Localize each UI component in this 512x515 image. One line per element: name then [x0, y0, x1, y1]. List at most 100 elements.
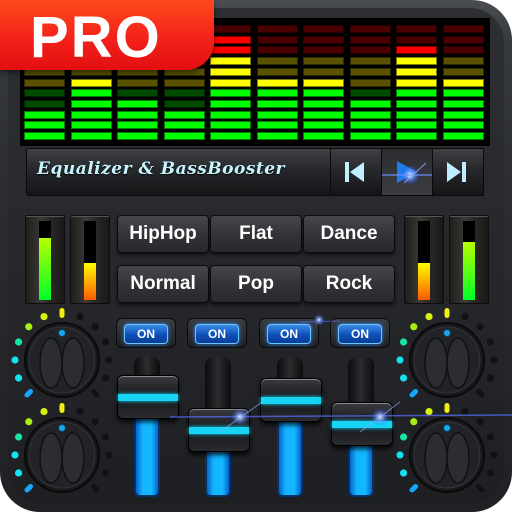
spectrum-segment [210, 99, 251, 108]
spectrum-segment [396, 89, 437, 98]
slider-handle[interactable] [188, 407, 250, 452]
knob-dot-unlit [461, 407, 469, 416]
spectrum-column-9 [396, 25, 437, 143]
spectrum-segment [442, 35, 484, 44]
band-2-toggle-label: ON [195, 324, 239, 344]
spectrum-segment [210, 132, 251, 140]
spectrum-segment [117, 78, 158, 87]
knob-dot-lit [409, 483, 419, 493]
knob-grip [446, 432, 470, 484]
pro-badge-label: PRO [30, 5, 162, 70]
left-level-meter-2 [70, 215, 110, 304]
spectrum-column-5 [210, 25, 251, 143]
app-title: Equalizer & BassBooster [37, 159, 286, 179]
spectrum-segment [256, 35, 298, 44]
spectrum-segment [163, 99, 205, 108]
slider-handle[interactable] [260, 377, 322, 422]
spectrum-segment [256, 89, 298, 98]
spectrum-segment [24, 78, 65, 87]
spectrum-segment [163, 132, 205, 140]
spectrum-segment [442, 132, 484, 140]
spectrum-segment [210, 57, 251, 66]
knob-dot-lit [14, 469, 23, 477]
spectrum-segment [396, 67, 437, 76]
right-level-meter-2 [449, 215, 489, 304]
knob-grip [39, 432, 63, 484]
knob-dot-lit [40, 407, 48, 416]
spectrum-segment [442, 110, 484, 119]
knob-bottom-left[interactable] [2, 395, 122, 515]
slider-handle[interactable] [117, 374, 179, 419]
knob-dot-lit [410, 418, 418, 426]
knob-dot-lit [11, 356, 19, 364]
spectrum-segment [210, 35, 251, 44]
spectrum-segment [117, 110, 158, 119]
spectrum-segment [256, 57, 298, 66]
spectrum-segment [70, 89, 112, 98]
knob-dot-lit [14, 338, 23, 346]
spectrum-segment [442, 67, 484, 76]
spectrum-segment [303, 78, 344, 87]
band-3-toggle-label: ON [267, 324, 311, 344]
knob-dot-lit [399, 374, 408, 382]
spectrum-segment [70, 99, 112, 108]
spectrum-segment [396, 78, 437, 87]
spectrum-segment [303, 110, 344, 119]
spectrum-segment [24, 89, 65, 98]
spectrum-segment [70, 121, 112, 130]
preset-rock-button[interactable]: Rock [303, 265, 395, 303]
spectrum-segment [24, 110, 65, 119]
spectrum-segment [303, 89, 344, 98]
band-4-toggle-label: ON [338, 324, 382, 344]
band-1-toggle-label: ON [124, 324, 168, 344]
band-2-toggle[interactable]: ON [187, 318, 247, 348]
level-meter-fill [418, 262, 430, 300]
spectrum-segment [70, 110, 112, 119]
spectrum-segment [24, 121, 65, 130]
knob-bottom-right[interactable] [387, 395, 507, 515]
spectrum-segment [210, 110, 251, 119]
next-button[interactable] [432, 148, 484, 196]
previous-button[interactable] [330, 148, 382, 196]
spectrum-segment [256, 67, 298, 76]
knob-dot-lit [24, 483, 34, 493]
spectrum-segment [396, 132, 437, 140]
knob-indicator-led [58, 329, 66, 337]
spectrum-segment [349, 46, 391, 55]
preset-normal-button[interactable]: Normal [117, 265, 209, 303]
knob-dot-unlit [476, 418, 484, 426]
band-4-toggle[interactable]: ON [330, 318, 390, 348]
spectrum-segment [442, 89, 484, 98]
spectrum-segment [303, 35, 344, 44]
slider-handle-indicator [261, 396, 321, 404]
spectrum-segment [117, 89, 158, 98]
spectrum-segment [210, 46, 251, 55]
preset-pop-button[interactable]: Pop [210, 265, 302, 303]
spectrum-segment [117, 121, 158, 130]
spectrum-segment [117, 99, 158, 108]
spectrum-segment [349, 57, 391, 66]
spectrum-segment [303, 132, 344, 140]
preset-dance-button[interactable]: Dance [303, 215, 395, 253]
knob-dot-unlit [101, 469, 110, 477]
level-meter-fill [463, 242, 475, 300]
skip-previous-icon [345, 162, 364, 182]
preset-flat-button[interactable]: Flat [210, 215, 302, 253]
band-1-toggle[interactable]: ON [116, 318, 176, 348]
knob-dot-lit [425, 407, 433, 416]
spectrum-segment [70, 78, 112, 87]
slider-handle[interactable] [331, 402, 393, 446]
knob-dot-lit [399, 433, 408, 441]
knob-dot-lit [399, 469, 408, 477]
play-button[interactable] [381, 148, 433, 196]
spectrum-segment [256, 46, 298, 55]
knob-dot-lit [14, 433, 23, 441]
band-3-toggle[interactable]: ON [259, 318, 319, 348]
spectrum-column-6 [256, 25, 298, 143]
spectrum-segment [210, 89, 251, 98]
play-icon [382, 161, 432, 185]
left-level-meter-1 [25, 215, 65, 304]
preset-hiphop-button[interactable]: HipHop [117, 215, 209, 253]
spectrum-segment [349, 132, 391, 140]
knob-dot-unlit [90, 483, 100, 493]
